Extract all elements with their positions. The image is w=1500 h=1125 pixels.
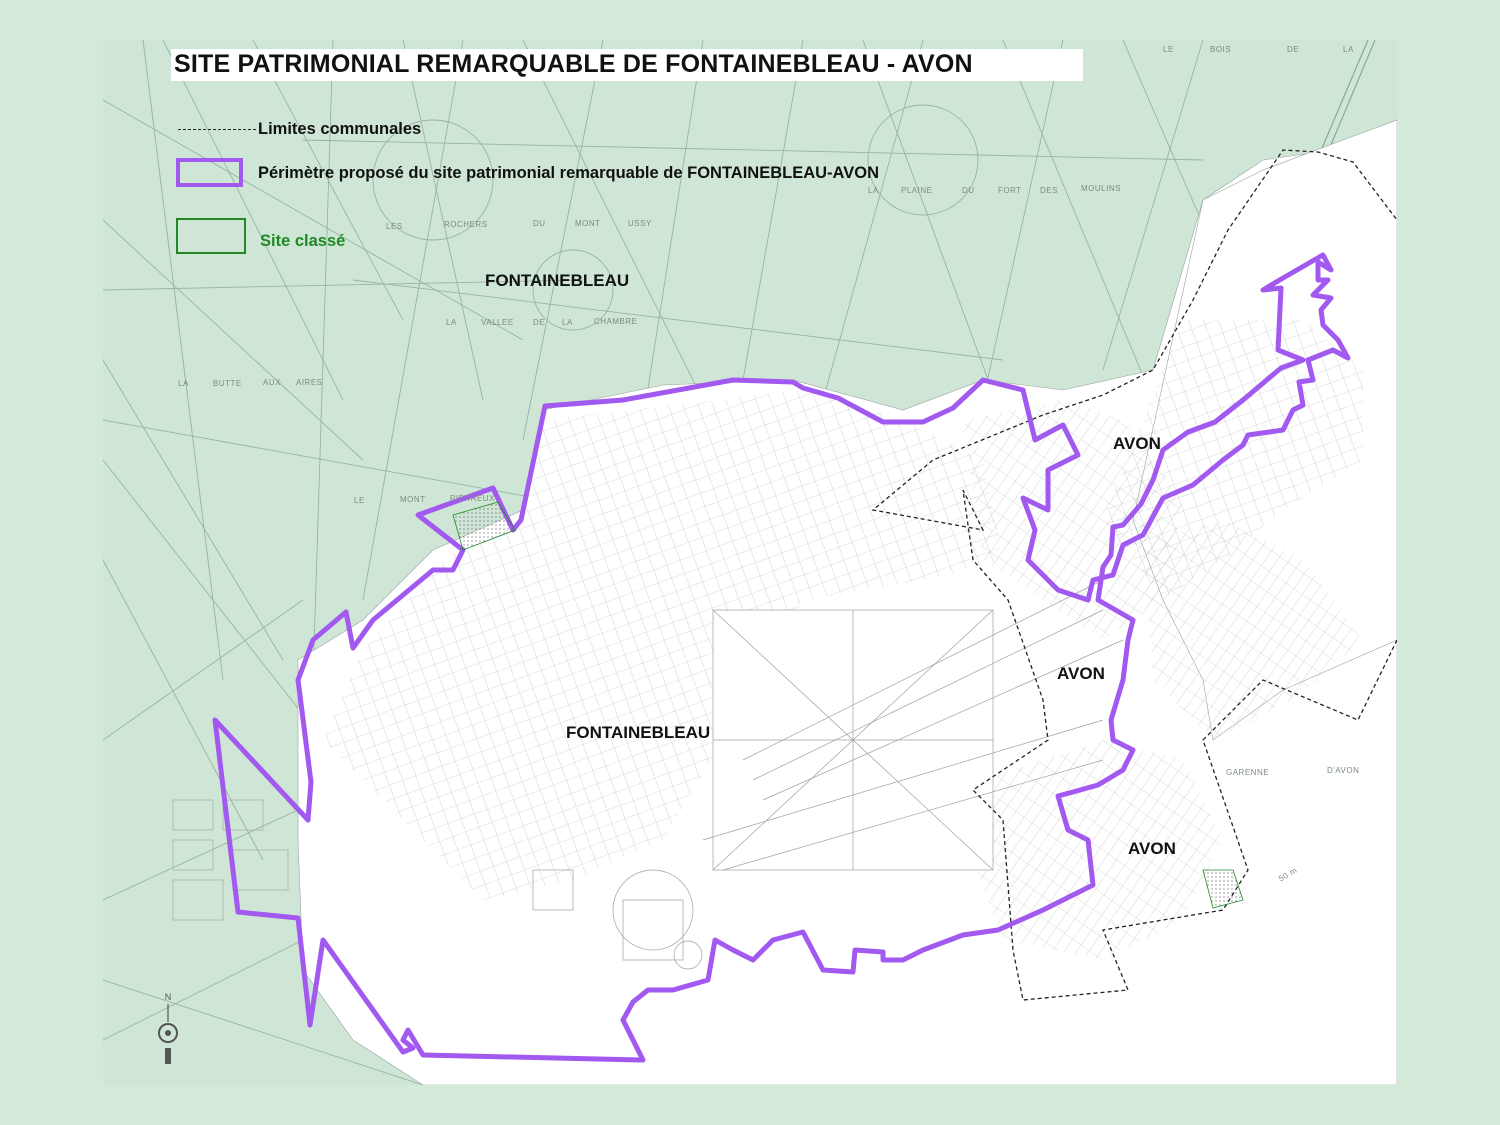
toponym-chambre: CHAMBRE: [594, 317, 638, 326]
place-avon-middle: AVON: [1057, 664, 1105, 683]
toponym-le: LE: [1163, 45, 1174, 54]
toponym-fort: FORT: [998, 186, 1022, 195]
toponym-des: DES: [1040, 186, 1058, 195]
perimeter-swatch: [176, 158, 243, 187]
toponym-ussy: USSY: [628, 219, 652, 228]
communal-limits-swatch: [178, 129, 256, 130]
toponym-aires: AIRES: [296, 378, 323, 387]
toponym-du: DU: [962, 186, 975, 195]
toponym-vallee-la: LA: [446, 318, 457, 327]
toponym-butte-la: LA: [178, 379, 189, 388]
place-avon-north: AVON: [1113, 434, 1161, 453]
north-arrow-icon: N: [155, 990, 181, 1070]
toponym-butte: BUTTE: [213, 379, 242, 388]
toponym-pierreux: PIERREUX: [450, 494, 495, 503]
map-canvas[interactable]: [103, 40, 1397, 1085]
legend-site-classe: Site classé: [260, 232, 346, 250]
toponym-vallee-la2: LA: [562, 318, 573, 327]
toponym-de: DE: [1287, 45, 1300, 54]
toponym-davon: D'AVON: [1327, 766, 1360, 775]
toponym-aux: AUX: [263, 378, 281, 387]
legend-communal-limits: Limites communales: [258, 120, 422, 138]
toponym-garenne: GARENNE: [1226, 768, 1270, 777]
toponym-les: LES: [386, 222, 403, 231]
place-avon-south: AVON: [1128, 839, 1176, 858]
place-fontainebleau-north: FONTAINEBLEAU: [485, 271, 630, 290]
toponym-du-mont: DU: [533, 219, 546, 228]
legend-perimeter: Périmètre proposé du site patrimonial re…: [258, 164, 879, 182]
toponym-bois: BOIS: [1210, 45, 1232, 54]
toponym-vallee: VALLEE: [481, 318, 514, 327]
toponym-la-plaine-la: LA: [868, 186, 879, 195]
toponym-moulins: MOULINS: [1081, 184, 1121, 193]
toponym-rochers: ROCHERS: [444, 220, 488, 229]
place-fontainebleau-center: FONTAINEBLEAU: [566, 723, 711, 742]
toponym-vallee-de: DE: [533, 318, 546, 327]
map-title: SITE PATRIMONIAL REMARQUABLE DE FONTAINE…: [174, 50, 973, 78]
map-svg: [103, 40, 1397, 1085]
site-classe-swatch: [176, 218, 246, 254]
toponym-mont-p: MONT: [400, 495, 426, 504]
compass-n: N: [165, 992, 172, 1002]
toponym-mont: MONT: [575, 219, 601, 228]
toponym-la: LA: [1343, 45, 1354, 54]
toponym-plaine: PLAINE: [901, 186, 933, 195]
toponym-mont-le: LE: [354, 496, 365, 505]
